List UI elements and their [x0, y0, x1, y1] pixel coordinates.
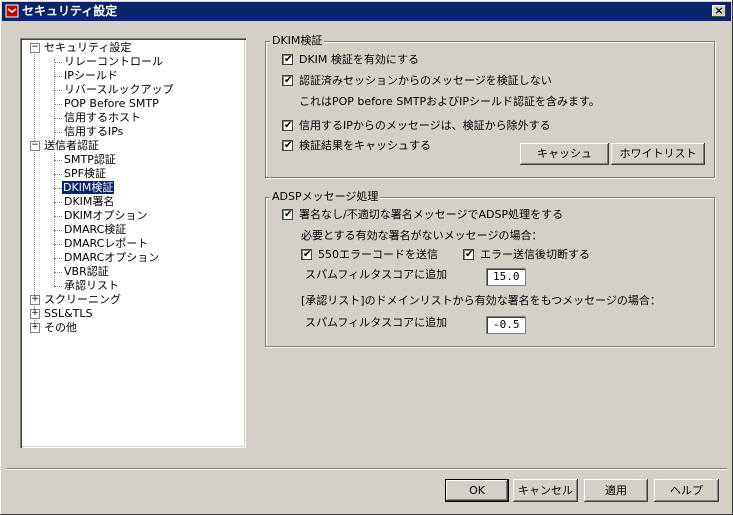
close-icon: × [714, 4, 724, 17]
dkim-note: これはPOP before SMTPおよびIPシールド認証を含みます。 [299, 95, 600, 108]
tree-connector [34, 51, 35, 333]
cache-button[interactable]: キャッシュ [520, 143, 609, 165]
tree-item-dkim-verify[interactable]: DKIM検証 [62, 181, 115, 195]
ok-button[interactable]: OK [445, 479, 509, 502]
spam-score-input-1[interactable]: 15.0 [486, 268, 526, 286]
dkim-group-title: DKIM検証 [270, 34, 325, 47]
tree-item-dmarc-report[interactable]: DMARCレポート [64, 237, 148, 251]
window-title: セキュリティ設定 [22, 4, 118, 18]
tree-item-smtp-auth[interactable]: SMTP認証 [64, 153, 116, 167]
tree-item-trusted-ips[interactable]: 信用するIPs [64, 125, 123, 139]
security-settings-window: セキュリティ設定 × − セキュリティ設定 リレーコントロール IPシールド リ… [0, 0, 733, 515]
checkbox-checked-icon [463, 247, 474, 263]
tree-item-ip-shield[interactable]: IPシールド [64, 69, 118, 83]
tree-connector [54, 153, 55, 286]
tree-root-other[interactable]: その他 [44, 321, 77, 335]
checkbox-checked-icon [282, 73, 293, 89]
tree-item-trusted-hosts[interactable]: 信用するホスト [64, 111, 141, 125]
collapse-icon[interactable]: − [30, 141, 40, 151]
checkbox-checked-icon [282, 118, 293, 134]
tree-root-ssl-tls[interactable]: SSL&TLS [44, 307, 93, 321]
adsp-group-title: ADSPメッセージ処理 [270, 190, 381, 203]
apply-button[interactable]: 適用 [584, 479, 648, 502]
tree-item-dmarc-verify[interactable]: DMARC検証 [64, 223, 126, 237]
checkbox-checked-icon [282, 52, 293, 68]
app-icon [5, 4, 19, 18]
collapse-icon[interactable]: − [30, 43, 40, 53]
tree-item-spf[interactable]: SPF検証 [64, 167, 106, 181]
tree-item-approved-list[interactable]: 承認リスト [64, 279, 119, 293]
tree-item-dkim-sign[interactable]: DKIM署名 [64, 195, 114, 209]
spam-score-input-2[interactable]: -0.5 [486, 316, 526, 334]
title-bar[interactable]: セキュリティ設定 × [2, 2, 731, 21]
tree-item-relay-control[interactable]: リレーコントロール [64, 55, 163, 69]
footer-divider [6, 468, 727, 470]
settings-tree[interactable]: − セキュリティ設定 リレーコントロール IPシールド リバースルックアップ P… [20, 38, 246, 448]
checkbox-checked-icon [282, 138, 293, 154]
approved-list-label: [承認リスト]のドメインリストから有効な署名をもつメッセージの場合： [301, 294, 661, 307]
tree-item-pop-before-smtp[interactable]: POP Before SMTP [64, 97, 159, 111]
tree-item-vbr[interactable]: VBR認証 [64, 265, 109, 279]
expand-icon[interactable]: + [30, 323, 40, 333]
checkbox-checked-icon [282, 207, 293, 223]
checkbox-checked-icon [301, 247, 312, 263]
spam-score-label-2: スパムフィルタスコアに追加 [305, 316, 448, 329]
no-valid-signature-label: 必要とする有効な署名がないメッセージの場合： [301, 229, 543, 242]
tree-item-dkim-options[interactable]: DKIMオプション [64, 209, 147, 223]
tree-item-reverse-lookup[interactable]: リバースルックアップ [64, 83, 173, 97]
tree-root-sender-auth[interactable]: 送信者認証 [44, 139, 99, 153]
tree-root-screening[interactable]: スクリーニング [44, 293, 121, 307]
whitelist-button[interactable]: ホワイトリスト [611, 143, 705, 165]
close-button[interactable]: × [712, 5, 726, 17]
tree-connector [54, 59, 55, 143]
tree-root-security[interactable]: セキュリティ設定 [44, 41, 131, 55]
tree-item-dmarc-options[interactable]: DMARCオプション [64, 251, 159, 265]
help-button[interactable]: ヘルプ [654, 479, 719, 502]
expand-icon[interactable]: + [30, 295, 40, 305]
spam-score-label-1: スパムフィルタスコアに追加 [305, 268, 448, 281]
expand-icon[interactable]: + [30, 309, 40, 319]
cancel-button[interactable]: キャンセル [513, 479, 578, 502]
